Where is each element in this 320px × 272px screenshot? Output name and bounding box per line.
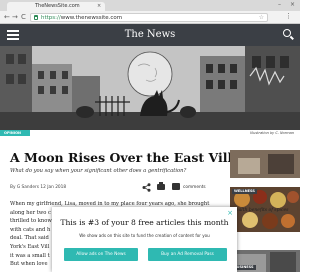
site-header: The News (0, 24, 300, 46)
browser-menu-icon[interactable]: ⋮ (285, 12, 292, 21)
forward-icon[interactable]: → (12, 13, 18, 22)
browser-tab[interactable]: TheNewsSite.com × (7, 2, 105, 11)
rail-thumbnail-top[interactable] (230, 150, 300, 178)
print-icon[interactable] (157, 182, 165, 190)
illustration-credit: Illustration by C. Norman (250, 131, 294, 135)
article-headline: A Moon Rises Over the East Village (10, 150, 258, 165)
star-icon[interactable]: ☆ (259, 14, 264, 22)
comment-icon[interactable] (172, 183, 180, 190)
share-icon[interactable] (142, 183, 151, 192)
buy-pass-button[interactable]: Buy an Ad Removal Pass (148, 248, 227, 261)
window-minimize-icon[interactable]: – (278, 1, 281, 8)
comments-link[interactable]: comments (183, 185, 206, 190)
search-icon[interactable] (283, 29, 291, 37)
address-bar[interactable]: https://www.thenewssite.com ☆ (30, 13, 268, 22)
paywall-message: We show ads on this site to fund the cre… (79, 233, 210, 238)
hero-illustration (0, 46, 300, 130)
paywall-modal: × This is #3 of your 8 free articles thi… (52, 207, 237, 272)
allow-ads-button[interactable]: Allow ads on The News (64, 248, 138, 261)
section-badge[interactable]: OPINION (0, 130, 30, 136)
window-close-icon[interactable]: × (290, 1, 295, 8)
tab-title: TheNewsSite.com (35, 3, 80, 9)
url-text: https://www.thenewssite.com (41, 15, 123, 21)
paywall-title: This is #3 of your 8 free articles this … (60, 218, 229, 227)
rail-tag-wellness[interactable]: WELLNESS (232, 189, 257, 194)
back-icon[interactable]: ← (4, 13, 10, 22)
site-title[interactable]: The News (0, 29, 300, 40)
browser-tab-strip: TheNewsSite.com × – × (0, 0, 300, 11)
article-dek: What do you say when your significant ot… (10, 168, 187, 174)
close-icon[interactable]: × (227, 209, 233, 217)
tab-close-icon[interactable]: × (97, 2, 101, 11)
article-byline: By G Sanders 12 Jan 2018 (10, 185, 67, 190)
browser-toolbar: ← → C https://www.thenewssite.com ☆ ⋮ (0, 11, 300, 24)
lock-icon (34, 15, 38, 20)
reload-icon[interactable]: C (21, 13, 26, 22)
rail-caption[interactable]: Health benefits of spices (232, 208, 288, 213)
